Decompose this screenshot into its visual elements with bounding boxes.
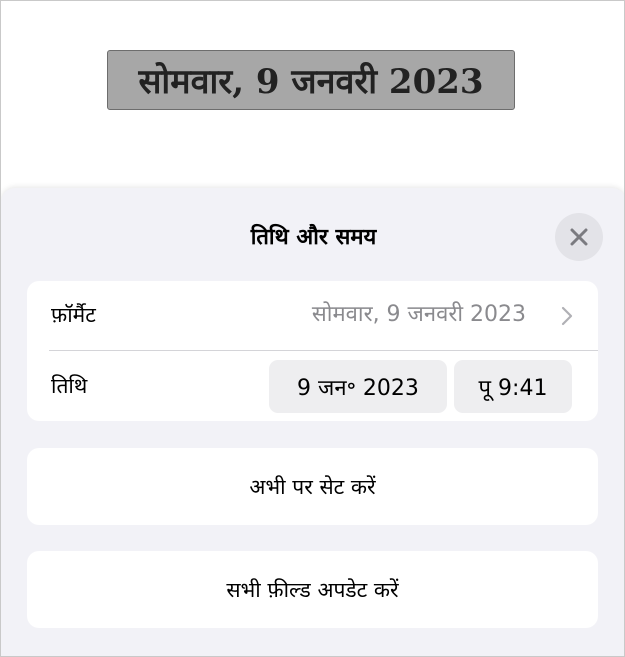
date-picker-value: 9 जन॰ 2023 [297, 375, 419, 401]
time-picker-value: पू 9:41 [478, 375, 548, 401]
format-row[interactable]: फ़ॉर्मैट सोमवार, 9 जनवरी 2023 [27, 281, 598, 351]
close-icon [570, 228, 588, 246]
date-time-sheet: तिथि और समय फ़ॉर्मैट सोमवार, 9 जनवरी 202… [1, 188, 624, 656]
set-to-now-button[interactable]: अभी पर सेट करें [27, 448, 598, 525]
selected-date-field[interactable]: सोमवार, 9 जनवरी 2023 [107, 50, 515, 110]
date-picker-button[interactable]: 9 जन॰ 2023 [269, 360, 447, 413]
close-button[interactable] [555, 213, 603, 261]
date-row: तिथि 9 जन॰ 2023 पू 9:41 [27, 351, 598, 421]
set-to-now-label: अभी पर सेट करें [249, 474, 376, 499]
date-label: तिथि [51, 374, 88, 398]
chevron-right-icon [561, 306, 573, 326]
app-window: सोमवार, 9 जनवरी 2023 तिथि और समय फ़ॉर्मै… [0, 0, 625, 657]
date-field-text: सोमवार, 9 जनवरी 2023 [138, 62, 484, 102]
format-date-group: फ़ॉर्मैट सोमवार, 9 जनवरी 2023 तिथि 9 जन॰… [27, 281, 598, 421]
format-label: फ़ॉर्मैट [51, 303, 96, 327]
update-all-fields-label: सभी फ़ील्ड अपडेट करें [226, 577, 399, 602]
update-all-fields-button[interactable]: सभी फ़ील्ड अपडेट करें [27, 551, 598, 628]
format-value: सोमवार, 9 जनवरी 2023 [311, 302, 526, 327]
time-picker-button[interactable]: पू 9:41 [454, 360, 572, 413]
sheet-title: तिथि और समय [250, 225, 377, 250]
